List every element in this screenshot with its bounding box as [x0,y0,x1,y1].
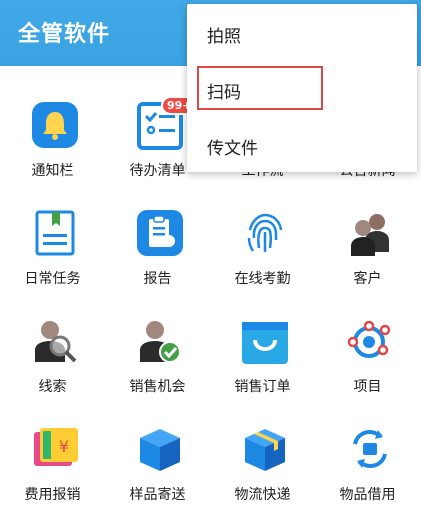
grid-item-opportunity[interactable]: 销售机会 [105,282,210,395]
menu-item-label: 传文件 [207,139,258,159]
grid-item-expense[interactable]: ¥ 费用报销 [0,390,105,503]
person-search-icon [35,321,77,363]
menu-item-upload-file[interactable]: 传文件 [187,118,417,174]
grid-item-customer[interactable]: 客户 [315,174,420,287]
grid-item-notifications[interactable]: 通知栏 [0,66,105,179]
fingerprint-icon [247,213,283,252]
people-icon [351,214,389,256]
grid-item-item-borrow[interactable]: 物品借用 [315,390,420,503]
sync-box-icon [353,430,387,468]
menu-item-scan[interactable]: 扫码 [187,62,417,118]
package-icon [245,429,285,471]
grid-item-report[interactable]: 报告 [105,174,210,287]
grid-label: 物流快递 [234,487,291,503]
box-icon [140,429,180,471]
svg-text:¥: ¥ [59,437,69,456]
menu-item-photo[interactable]: 拍照 [187,6,417,62]
grid-label: 样品寄送 [129,487,186,503]
shopping-bag-icon [242,322,288,364]
yuan-ticket-icon: ¥ [34,428,78,466]
menu-item-label: 拍照 [207,27,241,47]
person-check-icon [140,321,181,363]
project-network-icon [347,320,391,358]
grid-label: 物品借用 [339,487,396,503]
app-title: 全管软件 [18,22,111,47]
grid-item-sales-order[interactable]: 销售订单 [210,282,315,395]
grid-item-daily-task[interactable]: 日常任务 [0,174,105,287]
bell-icon [32,102,78,148]
grid-item-attendance[interactable]: 在线考勤 [210,174,315,287]
popup-menu: 拍照 扫码 传文件 [187,4,417,172]
document-bookmark-icon [35,210,75,256]
grid-item-sample-shipping[interactable]: 样品寄送 [105,390,210,503]
menu-item-label: 扫码 [207,83,241,103]
grid-item-project[interactable]: 项目 [315,282,420,395]
grid-label: 费用报销 [24,487,81,503]
grid-item-logistics[interactable]: 物流快递 [210,390,315,503]
report-icon [137,210,183,256]
grid-item-leads[interactable]: 线索 [0,282,105,395]
